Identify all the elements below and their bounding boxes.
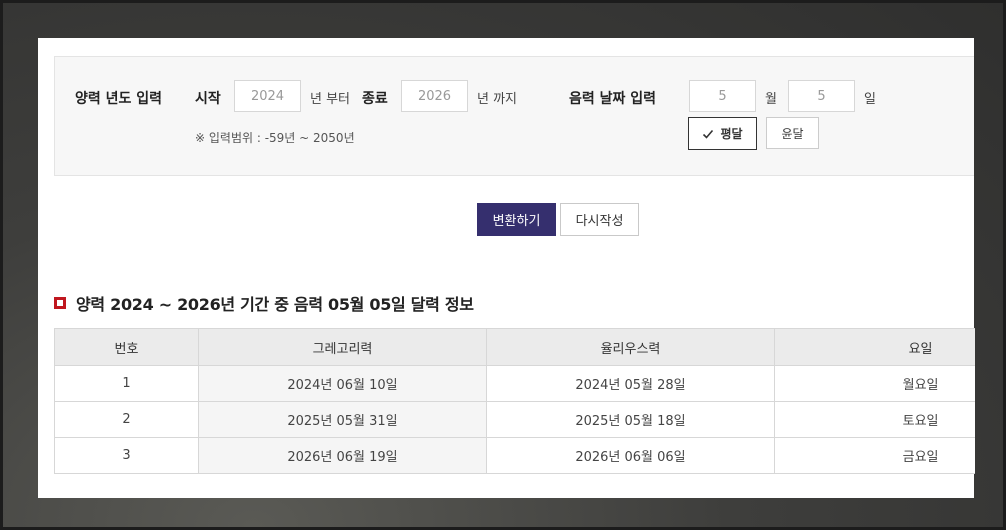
start-label: 시작	[195, 91, 221, 107]
row-weekday: 토요일	[774, 401, 975, 438]
leap-month-label: 윤달	[781, 126, 804, 141]
row-julian: 2025년 05월 18일	[486, 401, 775, 438]
square-marker-icon	[54, 297, 66, 309]
lunar-month-input[interactable]	[689, 80, 756, 112]
result-heading: 양력 2024 ~ 2026년 기간 중 음력 05월 05일 달력 정보	[54, 291, 474, 315]
lunar-date-label: 음력 날짜 입력	[569, 91, 657, 107]
row-weekday: 월요일	[774, 365, 975, 402]
normal-month-button[interactable]: 평달	[688, 117, 757, 150]
solar-year-label: 양력 년도 입력	[75, 91, 163, 107]
convert-button[interactable]: 변환하기	[477, 203, 556, 236]
table-row: 3 2026년 06월 19일 2026년 06월 06일 금요일	[54, 437, 975, 474]
day-label: 일	[864, 92, 876, 107]
start-year-input[interactable]	[234, 80, 301, 112]
check-icon	[703, 129, 714, 139]
row-no: 3	[54, 437, 199, 474]
background-frame: 양력 년도 입력 시작 년 부터 종료 년 까지 ※ 입력범위 : -59년 ~…	[0, 0, 1006, 530]
month-label: 월	[765, 92, 777, 107]
row-gregorian: 2024년 06월 10일	[198, 365, 487, 402]
input-form: 양력 년도 입력 시작 년 부터 종료 년 까지 ※ 입력범위 : -59년 ~…	[54, 56, 974, 176]
lunar-day-input[interactable]	[788, 80, 855, 112]
column-header-no: 번호	[54, 328, 199, 366]
table-row: 2 2025년 05월 31일 2025년 05월 18일 토요일	[54, 401, 975, 438]
end-label: 종료	[362, 91, 388, 107]
normal-month-label: 평달	[720, 127, 743, 141]
table-row: 1 2024년 06월 10일 2024년 05월 28일 월요일	[54, 365, 975, 402]
row-gregorian: 2025년 05월 31일	[198, 401, 487, 438]
to-label: 년 까지	[477, 92, 518, 107]
column-header-julian: 율리우스력	[486, 328, 775, 366]
from-label: 년 부터	[310, 92, 351, 107]
row-no: 1	[54, 365, 199, 402]
row-no: 2	[54, 401, 199, 438]
end-year-input[interactable]	[401, 80, 468, 112]
column-header-gregorian: 그레고리력	[198, 328, 487, 366]
leap-month-button[interactable]: 윤달	[766, 117, 819, 149]
row-julian: 2026년 06월 06일	[486, 437, 775, 474]
result-title: 양력 2024 ~ 2026년 기간 중 음력 05월 05일 달력 정보	[76, 295, 474, 314]
row-weekday: 금요일	[774, 437, 975, 474]
column-header-weekday: 요일	[774, 328, 975, 366]
reset-button[interactable]: 다시작성	[560, 203, 639, 236]
result-table: 번호 그레고리력 율리우스력 요일 1 2024년 06월 10일 2024년 …	[54, 328, 975, 474]
row-julian: 2024년 05월 28일	[486, 365, 775, 402]
row-gregorian: 2026년 06월 19일	[198, 437, 487, 474]
table-header-row: 번호 그레고리력 율리우스력 요일	[54, 328, 975, 366]
converter-panel: 양력 년도 입력 시작 년 부터 종료 년 까지 ※ 입력범위 : -59년 ~…	[38, 38, 975, 498]
range-note: ※ 입력범위 : -59년 ~ 2050년	[195, 131, 355, 145]
